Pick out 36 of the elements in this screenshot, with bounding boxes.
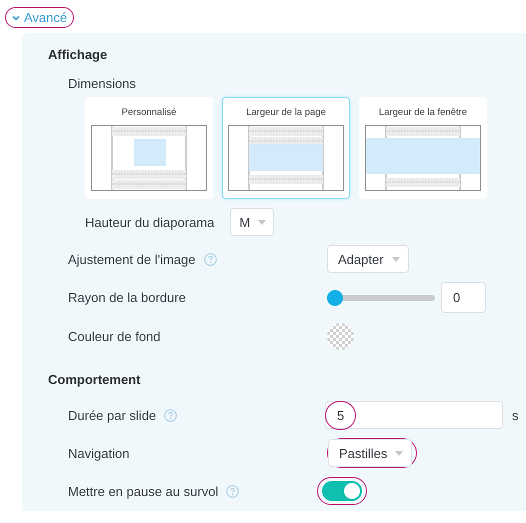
layout-option-card[interactable]: Largeur de la fenêtre bbox=[359, 97, 487, 199]
select-value: Adapter bbox=[338, 252, 384, 266]
toggle-switch[interactable] bbox=[322, 481, 362, 501]
caret-icon bbox=[392, 256, 400, 262]
chevron-icon bbox=[12, 14, 20, 20]
dropdown-select[interactable]: Adapter bbox=[327, 245, 409, 273]
dropdown-select[interactable]: M bbox=[230, 208, 274, 236]
number-input[interactable]: 0 bbox=[441, 282, 486, 313]
setting-label: Dimensions bbox=[68, 76, 136, 91]
dropdown-select[interactable]: Pastilles bbox=[328, 439, 412, 467]
setting-label: Durée par slide bbox=[68, 408, 156, 422]
transparent-swatch[interactable] bbox=[327, 322, 354, 350]
input-field[interactable]: 5 bbox=[325, 401, 503, 429]
section-heading: Comportement bbox=[48, 372, 142, 387]
section-heading: Affichage bbox=[48, 47, 108, 62]
layout-option-card[interactable]: Personnalisé bbox=[85, 97, 213, 199]
setting-label: Couleur de fond bbox=[68, 328, 161, 344]
caret-icon bbox=[395, 450, 404, 456]
unit-label: s bbox=[512, 408, 518, 422]
select-value: Pastilles bbox=[339, 446, 388, 460]
help-icon[interactable] bbox=[204, 252, 216, 266]
option-label: Largeur de la fenêtre bbox=[378, 107, 468, 118]
option-label: Personnalisé bbox=[122, 107, 176, 118]
input-value: 5 bbox=[337, 408, 344, 422]
select-value: M bbox=[239, 214, 250, 230]
setting-label: Ajustement de l'image bbox=[68, 252, 196, 266]
help-icon[interactable] bbox=[226, 484, 240, 498]
layout-option-card[interactable]: Largeur de la page bbox=[222, 97, 350, 199]
help-icon[interactable] bbox=[164, 408, 178, 422]
option-label: Largeur de la page bbox=[246, 107, 326, 118]
caret-icon bbox=[258, 220, 266, 224]
setting-label: Mettre en pause au survol bbox=[68, 484, 218, 498]
setting-label: Rayon de la bordure bbox=[68, 290, 186, 305]
slider-thumb[interactable] bbox=[327, 290, 343, 306]
setting-label: Navigation bbox=[68, 446, 130, 460]
setting-label: Hauteur du diaporama bbox=[85, 214, 214, 230]
